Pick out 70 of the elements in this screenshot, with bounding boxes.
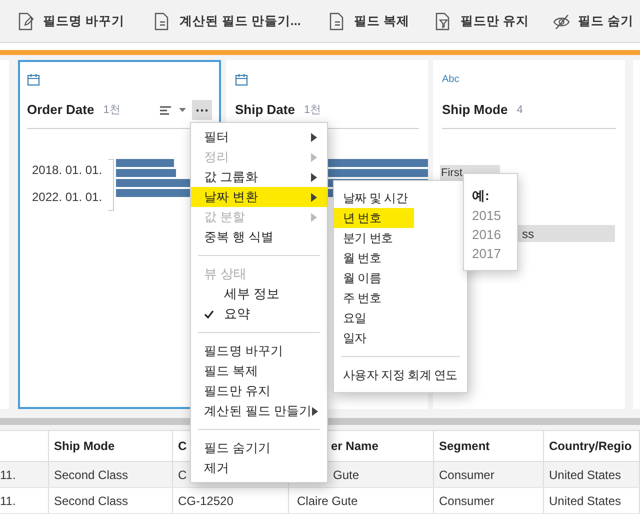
count-label: 4	[516, 102, 523, 118]
menu-item[interactable]: 필드만 유지	[191, 381, 327, 401]
menu-item[interactable]: 계산된 필드 만들기	[191, 401, 327, 421]
more-button[interactable]	[192, 100, 212, 120]
menu-item[interactable]: 중복 행 식별	[191, 227, 327, 247]
toolbar-button[interactable]: 필드명 바꾸기	[0, 12, 124, 30]
toolbar-button[interactable]: 필드 복제	[300, 12, 410, 30]
column-header: C	[178, 438, 187, 455]
table-cell-text: CG-12520	[178, 492, 234, 510]
menu-item[interactable]: 필드명 바꾸기	[191, 341, 327, 361]
table-cell-text: Second Class	[54, 466, 128, 484]
field-name: Ship Mode	[442, 101, 508, 120]
menu-item[interactable]: 값 그룹화	[191, 167, 327, 187]
toolbar-button[interactable]: 계산된 필드 만들기...	[124, 12, 301, 30]
example-value: 2016	[472, 226, 502, 244]
menu-item[interactable]: 필드 숨기기	[191, 438, 327, 458]
menu-item[interactable]: 월 이름	[334, 268, 467, 288]
axis-label: 2018. 01. 01.	[32, 162, 104, 179]
table-cell-text: 11.	[0, 466, 16, 484]
menu-item[interactable]: 필터	[191, 127, 327, 147]
column-header: er Name	[331, 438, 378, 455]
menu-item[interactable]: 세부 정보	[191, 284, 327, 304]
menu-item[interactable]: 제거	[191, 458, 327, 478]
menu-item[interactable]: 일자	[334, 328, 467, 348]
menu-item[interactable]: 날짜 변환	[191, 187, 327, 207]
edit-document-icon	[18, 12, 35, 30]
value-label: First	[441, 166, 462, 182]
example-title: 예:	[472, 187, 490, 205]
example-value: 2015	[472, 207, 502, 225]
value-label: ss	[522, 226, 534, 242]
histogram-bar	[116, 159, 174, 167]
menu-item[interactable]: 필드 복제	[191, 361, 327, 381]
column-header: Ship Mode	[54, 438, 115, 455]
document-icon	[328, 12, 346, 30]
type-label: Abc	[442, 73, 460, 86]
histogram-bar	[116, 169, 176, 177]
menu-item[interactable]: 년 번호	[334, 208, 414, 228]
menu-item[interactable]: 날짜 및 시간	[334, 188, 467, 208]
field-name: Order Date	[27, 101, 94, 120]
table-cell-text: Consumer	[439, 492, 494, 510]
menu-item[interactable]: 월 번호	[334, 248, 467, 268]
table-cell-text: C	[178, 466, 187, 484]
toolbar-button[interactable]: 필드 숨기	[528, 12, 634, 30]
menu-item[interactable]: 사용자 지정 회계 연도	[334, 365, 467, 385]
more-icon	[196, 108, 208, 112]
calendar-icon	[235, 73, 248, 86]
bracket-icon	[108, 159, 114, 211]
table-cell-text: United States	[549, 466, 622, 484]
calendar-icon	[27, 73, 40, 86]
menu-item[interactable]: 분기 번호	[334, 228, 467, 248]
axis-label: 2022. 01. 01.	[32, 189, 104, 206]
menu-item[interactable]: 주 번호	[334, 288, 467, 308]
table-cell-text: Consumer	[439, 466, 494, 484]
count-label: 1천	[103, 102, 120, 118]
table-cell-text: United States	[549, 492, 622, 510]
table-cell-text: 11.	[0, 492, 16, 510]
toolbar-button[interactable]: 필드만 유지	[409, 12, 529, 30]
table-cell-text: Gute	[333, 466, 360, 484]
caret-icon	[179, 108, 186, 112]
column-header: Segment	[439, 438, 490, 455]
table-cell-text: Second Class	[54, 492, 128, 510]
menu-header: 뷰 상태	[203, 265, 248, 284]
menu-item[interactable]: 요일	[334, 308, 467, 328]
example-value: 2017	[472, 245, 502, 263]
field-name: Ship Date	[235, 101, 295, 120]
column-header: Country/Regio	[549, 438, 632, 455]
sort-icon	[160, 106, 171, 114]
table-cell-text: Claire Gute	[297, 492, 358, 510]
count-label: 1천	[304, 102, 322, 118]
menu-item[interactable]: 요약	[191, 304, 327, 324]
